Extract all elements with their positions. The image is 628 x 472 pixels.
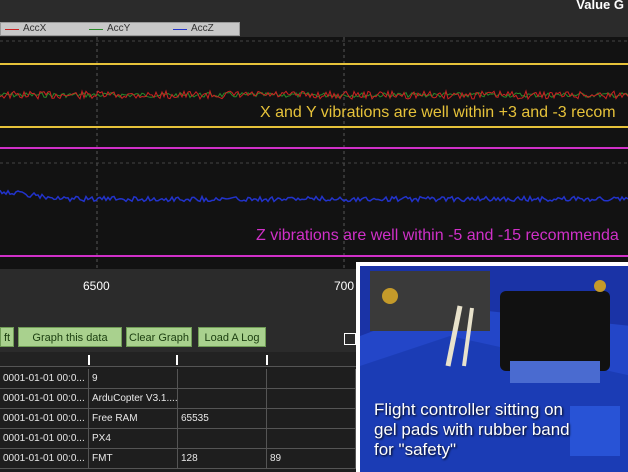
- column-divider[interactable]: [88, 355, 90, 365]
- table-cell: FMT: [89, 449, 178, 468]
- x-tick-label: 6500: [83, 279, 110, 293]
- table-cell: [267, 409, 356, 428]
- chart-legend: AccX AccY AccZ: [0, 22, 240, 36]
- table-header: [0, 352, 356, 367]
- photo-caption: Flight controller sitting on gel pads wi…: [374, 400, 624, 460]
- table-cell: 0001-01-01 00:0...: [0, 389, 89, 408]
- legend-item-accz: AccZ: [173, 23, 233, 35]
- load-log-button[interactable]: Load A Log: [198, 327, 266, 347]
- table-cell: 89: [267, 449, 356, 468]
- clear-graph-button[interactable]: Clear Graph: [126, 327, 192, 347]
- table-cell: [178, 429, 267, 448]
- table-cell: 0001-01-01 00:0...: [0, 429, 89, 448]
- table-row[interactable]: 0001-01-01 00:0... Free RAM 65535: [0, 409, 356, 429]
- table-row[interactable]: 0001-01-01 00:0... FMT 128 89: [0, 449, 356, 469]
- table-cell: [178, 369, 267, 388]
- table-row[interactable]: 0001-01-01 00:0... PX4: [0, 429, 356, 449]
- log-table: 0001-01-01 00:0... 9 0001-01-01 00:0... …: [0, 352, 356, 472]
- table-cell: 0001-01-01 00:0...: [0, 409, 89, 428]
- table-cell: 9: [89, 369, 178, 388]
- table-cell: Free RAM: [89, 409, 178, 428]
- table-cell: [267, 369, 356, 388]
- legend-label-accz: AccZ: [191, 23, 214, 34]
- option-checkbox[interactable]: [344, 333, 356, 345]
- table-row[interactable]: 0001-01-01 00:0... ArduCopter V3.1....: [0, 389, 356, 409]
- column-divider[interactable]: [266, 355, 268, 365]
- table-cell: ArduCopter V3.1....: [89, 389, 178, 408]
- legend-label-accx: AccX: [23, 23, 47, 34]
- legend-label-accy: AccY: [107, 23, 131, 34]
- legend-swatch-accy: [89, 29, 103, 30]
- legend-item-accx: AccX: [5, 23, 65, 35]
- table-cell: 128: [178, 449, 267, 468]
- table-cell: 65535: [178, 409, 267, 428]
- vibration-chart[interactable]: X and Y vibrations are well within +3 an…: [0, 37, 628, 269]
- table-cell: [267, 389, 356, 408]
- value-title: Value G: [576, 0, 624, 12]
- caption-line: gel pads with rubber band: [374, 420, 570, 439]
- annotation-xy: X and Y vibrations are well within +3 an…: [260, 104, 616, 121]
- table-cell: [267, 429, 356, 448]
- flight-controller-photo: Flight controller sitting on gel pads wi…: [356, 262, 628, 472]
- table-cell: PX4: [89, 429, 178, 448]
- table-row[interactable]: 0001-01-01 00:0... 9: [0, 369, 356, 389]
- legend-swatch-accz: [173, 29, 187, 30]
- legend-swatch-accx: [5, 29, 19, 30]
- caption-line: for "safety": [374, 440, 456, 459]
- top-bar: Value G: [0, 0, 628, 22]
- legend-item-accy: AccY: [89, 23, 149, 35]
- graph-right-button[interactable]: Graph this data Right: [18, 327, 122, 364]
- column-divider[interactable]: [176, 355, 178, 365]
- x-tick-label: 700: [334, 279, 355, 293]
- table-cell: 0001-01-01 00:0...: [0, 369, 89, 388]
- accx-trace: [0, 89, 628, 101]
- caption-line: Flight controller sitting on: [374, 400, 563, 419]
- table-cell: [178, 389, 267, 408]
- annotation-z: Z vibrations are well within -5 and -15 …: [256, 227, 619, 244]
- graph-left-button[interactable]: ft: [0, 327, 14, 347]
- accz-trace: [0, 189, 628, 204]
- table-cell: 0001-01-01 00:0...: [0, 449, 89, 468]
